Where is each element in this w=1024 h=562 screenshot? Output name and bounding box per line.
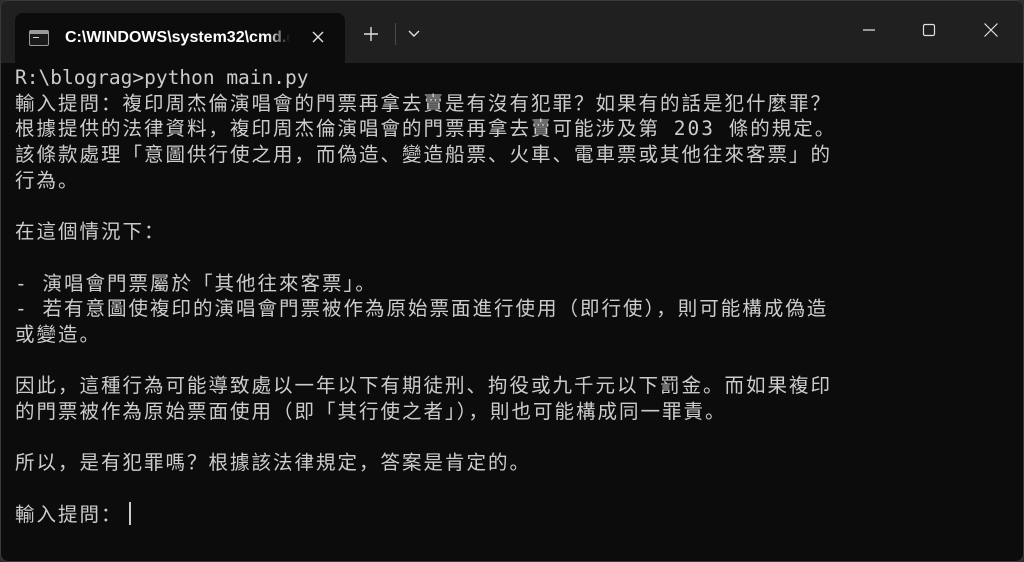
minimize-button[interactable] — [839, 1, 899, 59]
tab-close-button[interactable] — [305, 24, 331, 50]
terminal-line: 該條款處理「意圖供行使之用，而偽造、變造船票、火車、電車票或其他往來客票」的 — [15, 143, 833, 167]
terminal-line: 在這個情況下： — [15, 220, 166, 244]
terminal-line: 根據提供的法律資料，複印周杰倫演唱會的門票再拿去賣可能涉及第 203 條的規定。 — [15, 117, 837, 141]
title-bar[interactable]: C:\WINDOWS\system32\cmd.exe — [1, 1, 1023, 63]
maximize-button[interactable] — [899, 1, 959, 59]
prompt-text: 輸入提問： — [15, 502, 123, 526]
terminal-line: 輸入提問：複印周杰倫演唱會的門票再拿去賣是有沒有犯罪？如果有的話是犯什麼罪？ — [15, 91, 833, 115]
minimize-icon — [863, 29, 875, 31]
window-close-button[interactable] — [959, 1, 1023, 59]
terminal-line: 行為。 — [15, 168, 80, 192]
maximize-icon — [922, 23, 936, 37]
chevron-down-icon — [408, 30, 420, 37]
terminal-icon — [29, 30, 49, 46]
close-icon — [984, 23, 998, 37]
text-cursor — [128, 501, 131, 525]
terminal-line: 所以，是有犯罪嗎？根據該法律規定，答案是肯定的。 — [15, 451, 532, 475]
tab-title: C:\WINDOWS\system32\cmd.exe — [65, 29, 290, 46]
close-icon — [312, 31, 324, 43]
terminal-line: R:\blograg>python main.py — [15, 66, 309, 89]
terminal-line: 的門票被作為原始票面使用（即「其行使之者」），則也可能構成同一罪責。 — [15, 399, 727, 423]
plus-icon — [364, 27, 378, 41]
terminal-output[interactable]: R:\blograg>python main.py 輸入提問：複印周杰倫演唱會的… — [15, 65, 1011, 555]
terminal-prompt-line[interactable]: 輸入提問： — [15, 501, 1011, 528]
tab-divider — [395, 23, 396, 45]
new-tab-button[interactable] — [353, 17, 389, 51]
terminal-line: 或變造。 — [15, 322, 102, 346]
terminal-window: C:\WINDOWS\system32\cmd.exe R:\blograg>p… — [0, 0, 1024, 562]
terminal-line: - 演唱會門票屬於「其他往來客票」。 — [15, 271, 377, 295]
terminal-line: - 若有意圖使複印的演唱會門票被作為原始票面進行使用（即行使），則可能構成偽造 — [15, 297, 829, 321]
terminal-line: 因此，這種行為可能導致處以一年以下有期徒刑、拘役或九千元以下罰金。而如果複印 — [15, 374, 833, 398]
tab-cmd[interactable]: C:\WINDOWS\system32\cmd.exe — [15, 13, 345, 63]
profile-dropdown-button[interactable] — [399, 17, 429, 51]
